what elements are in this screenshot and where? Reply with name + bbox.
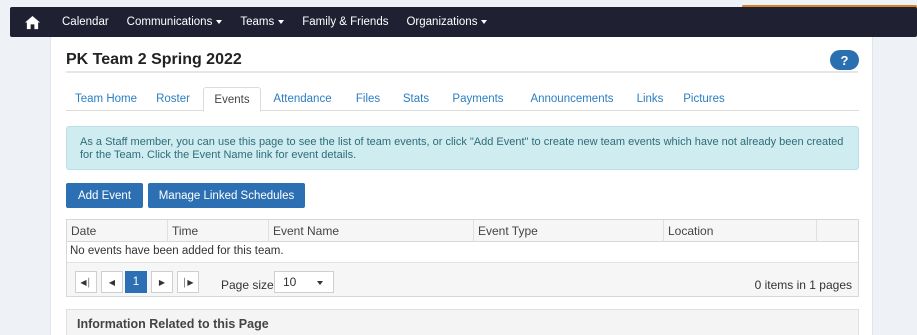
chevron-down-icon [216,20,223,24]
nav-teams-label: Teams [240,16,275,28]
column-header-date[interactable]: Date [67,220,168,242]
page-title: PK Team 2 Spring 2022 [66,51,242,68]
first-page-button[interactable]: ◀│ [75,271,97,293]
chevron-down-icon [317,281,323,285]
related-info-title: Information Related to this Page [77,317,269,331]
nav-organizations[interactable]: Organizations [406,16,488,28]
nav-calendar[interactable]: Calendar [62,16,109,28]
chevron-down-icon [278,20,285,24]
tab-team-home[interactable]: Team Home [66,87,146,111]
grid-header-row: Date Time Event Name Event Type Location [67,220,858,242]
home-icon [24,15,40,29]
prev-page-icon: ◀ [108,277,116,287]
tab-announcements[interactable]: Announcements [521,87,623,111]
nav-family-friends[interactable]: Family & Friends [302,16,388,28]
empty-grid-message: No events have been added for this team. [70,245,284,257]
page-size-label: Page size: [221,278,278,292]
nav-organizations-label: Organizations [406,16,478,28]
manage-linked-schedules-button[interactable]: Manage Linked Schedules [148,183,305,208]
last-page-button[interactable]: │▶ [177,271,199,293]
tab-links[interactable]: Links [631,87,669,111]
chevron-down-icon [481,20,488,24]
tab-files[interactable]: Files [350,87,386,111]
nav-calendar-label: Calendar [62,16,109,28]
pager-info: 0 items in 1 pages [754,278,852,292]
team-tabs: Team Home Roster Events Attendance Files… [66,87,859,112]
column-header-event-type[interactable]: Event Type [474,220,664,242]
info-alert-text: As a Staff member, you can use this page… [80,136,844,161]
tab-pictures[interactable]: Pictures [677,87,731,111]
main-card: PK Team 2 Spring 2022 ? Team Home Roster… [50,37,873,335]
events-grid: Date Time Event Name Event Type Location… [66,219,859,297]
nav-family-friends-label: Family & Friends [302,16,389,28]
nav-communications-label: Communications [126,16,213,28]
nav-teams[interactable]: Teams [240,16,285,28]
page-size-value: 10 [283,275,297,289]
last-page-icon: │▶ [182,277,194,287]
grid-pager: ◀│ ◀ 1 ▶ │▶ Page size: 10 0 items in 1 p… [67,262,858,296]
tab-stats[interactable]: Stats [396,87,436,111]
next-page-icon: ▶ [158,277,166,287]
page-size-select[interactable]: 10 [274,271,334,293]
related-info-panel[interactable]: Information Related to this Page [66,309,859,335]
tab-attendance[interactable]: Attendance [264,87,341,111]
column-header-time[interactable]: Time [168,220,269,242]
title-divider [66,71,858,73]
nav-communications[interactable]: Communications [127,16,223,28]
top-navigation-bar: Calendar Communications Teams Family & F… [10,7,917,37]
home-button[interactable] [14,7,50,37]
help-icon: ? [840,52,849,68]
next-page-button[interactable]: ▶ [151,271,173,293]
info-alert: As a Staff member, you can use this page… [66,126,859,170]
add-event-button[interactable]: Add Event [66,183,143,208]
help-button[interactable]: ? [830,50,859,70]
prev-page-button[interactable]: ◀ [101,271,123,293]
column-header-location[interactable]: Location [664,220,817,242]
page-1-button[interactable]: 1 [125,271,147,293]
tab-roster[interactable]: Roster [148,87,198,111]
column-header-event-name[interactable]: Event Name [269,220,474,242]
first-page-icon: ◀│ [80,277,92,287]
tab-payments[interactable]: Payments [446,87,510,111]
tab-events[interactable]: Events [203,87,261,112]
